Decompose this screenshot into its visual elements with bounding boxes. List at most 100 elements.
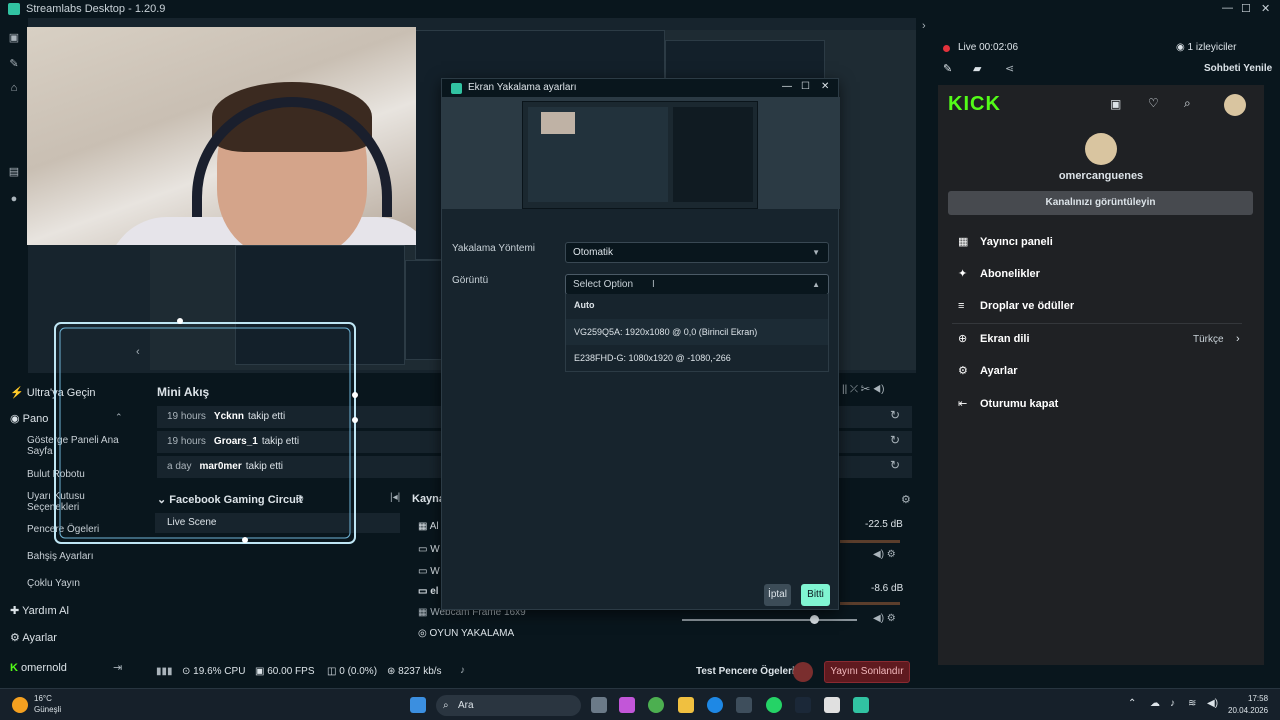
volume-icon[interactable]: ◀) <box>1207 698 1218 709</box>
settings-link[interactable]: ⚙ Ayarlar <box>10 631 57 644</box>
microphone-icon[interactable]: ♪ <box>1170 698 1175 709</box>
fps-readout: ▣ 60.00 FPS <box>255 666 315 677</box>
maximize-icon[interactable]: ☐ <box>1241 2 1251 15</box>
rec-button[interactable] <box>793 662 813 682</box>
weather-icon[interactable] <box>12 697 28 713</box>
explorer-icon[interactable] <box>678 697 694 713</box>
replay-icon[interactable]: ↻ <box>890 408 900 422</box>
clock-time[interactable]: 17:58 <box>1248 694 1268 703</box>
capture-method-label: Yakalama Yöntemi <box>452 243 536 254</box>
dialog-maximize-icon[interactable]: ☐ <box>801 81 810 92</box>
minimize-icon[interactable]: — <box>1222 2 1233 14</box>
streamlabs-icon[interactable] <box>853 697 869 713</box>
stats-icon[interactable]: ▮▮▮ <box>156 666 173 677</box>
dialog-app-icon <box>451 83 462 94</box>
themes-icon[interactable]: ✎ <box>8 58 20 70</box>
editor-icon[interactable]: ▣ <box>8 32 20 44</box>
bag-icon[interactable]: ▰ <box>973 62 981 75</box>
kick-logo[interactable]: KICK <box>948 93 1001 116</box>
mute-icon[interactable]: ◀) ⚙ <box>873 613 896 624</box>
search-icon[interactable]: ⌕ <box>1184 96 1191 111</box>
dialog-minimize-icon[interactable]: — <box>782 81 792 92</box>
nav-sub-tips[interactable]: Bahşiş Ayarları <box>27 551 94 562</box>
pano-menu[interactable]: ◉ Pano <box>10 412 48 425</box>
play-icon[interactable]: ● <box>8 193 20 205</box>
menu-language[interactable]: Ekran dili <box>980 333 1030 345</box>
edit-icon[interactable]: ✎ <box>943 62 952 75</box>
menu-settings[interactable]: Ayarlar <box>980 365 1018 377</box>
option-auto[interactable]: Auto <box>574 300 595 310</box>
chevron-right-icon[interactable]: › <box>1236 333 1240 345</box>
replay-icon[interactable]: ↻ <box>890 433 900 447</box>
tray-chevron-icon[interactable]: ⌃ <box>1128 698 1136 709</box>
share-icon[interactable]: ⋖ <box>1005 62 1014 75</box>
menu-creator-dashboard[interactable]: Yayıncı paneli <box>980 236 1053 248</box>
nav-sub-multistream[interactable]: Çoklu Yayın <box>27 578 80 589</box>
text-cursor-icon: I <box>652 279 655 290</box>
option-secondary-display[interactable]: E238FHD-G: 1080x1920 @ -1080,-266 <box>574 353 731 363</box>
cancel-button[interactable]: İptal <box>764 584 791 606</box>
volume-slider[interactable] <box>682 619 857 621</box>
help-link[interactable]: ✚ Yardım Al <box>10 604 69 617</box>
display-label: Görüntü <box>452 275 489 286</box>
option-primary-display[interactable]: VG259Q5A: 1920x1080 @ 0,0 (Birincil Ekra… <box>574 327 757 337</box>
logout-icon[interactable]: ⇥ <box>113 661 122 674</box>
gear-icon: ⚙ <box>958 365 968 377</box>
replay-icon[interactable]: ↻ <box>890 458 900 472</box>
refresh-chat-button[interactable]: Sohbeti Yenile <box>1204 63 1272 74</box>
scene-transition-icon[interactable]: |◂| <box>390 492 400 503</box>
end-stream-button[interactable]: Yayını Sonlandır <box>824 661 910 683</box>
user-profile[interactable]: K omernold <box>10 662 67 674</box>
view-channel-button[interactable]: Kanalınızı görüntüleyin <box>948 191 1253 215</box>
task-view-icon[interactable] <box>591 697 607 713</box>
capture-method-select[interactable]: Otomatik ▼ <box>565 242 829 263</box>
menu-subscriptions[interactable]: Abonelikler <box>980 268 1040 280</box>
stream-status-bar: Live 00:02:06 ◉ 1 izleyiciler ✎ ▰ ⋖ Sohb… <box>928 30 1280 90</box>
start-icon[interactable] <box>410 697 426 713</box>
chrome-icon[interactable] <box>648 697 664 713</box>
bitrate-readout: ⊛ 8237 kb/s <box>387 666 442 677</box>
done-button[interactable]: Bitti <box>801 584 830 606</box>
close-icon[interactable]: ✕ <box>1261 2 1270 15</box>
language-value: Türkçe <box>1193 334 1224 345</box>
studio-icon[interactable]: ▤ <box>8 166 20 178</box>
notification-bell-icon[interactable]: ♪ <box>460 665 465 676</box>
mixer-toolbar-icons[interactable]: || ⤫ ✂ ◀) <box>842 384 884 395</box>
avatar[interactable] <box>1224 94 1246 116</box>
heart-icon[interactable]: ♡ <box>1148 96 1159 110</box>
whatsapp-icon[interactable] <box>766 697 782 713</box>
profile-avatar <box>1085 133 1117 165</box>
tray-cloud-icon[interactable]: ☁ <box>1150 698 1160 709</box>
editor-icon-bar: ▣ ✎ ⌂ ▤ ● <box>0 18 28 378</box>
search-box[interactable]: ⌕ Ara <box>436 695 581 716</box>
volume-slider-handle[interactable] <box>810 615 819 624</box>
test-widgets-label[interactable]: Test Pencere Ögeleri <box>696 666 795 677</box>
steam-icon[interactable] <box>795 697 811 713</box>
source-item[interactable]: ▦ Al <box>418 521 439 532</box>
browse-icon[interactable]: ▣ <box>1110 97 1121 111</box>
wifi-icon[interactable]: ≋ <box>1188 698 1196 709</box>
source-item[interactable]: ◎ OYUN YAKALAMA <box>418 628 514 639</box>
drops-icon: ≡ <box>958 300 965 312</box>
app-icon[interactable] <box>824 697 840 713</box>
edge-icon[interactable] <box>707 697 723 713</box>
clock-date[interactable]: 20.04.2026 <box>1228 706 1268 715</box>
store-icon[interactable]: ⌂ <box>8 82 20 94</box>
level-db: -22.5 dB <box>865 519 903 530</box>
expand-right-icon[interactable]: › <box>922 20 926 32</box>
dropped-frames: ◫ 0 (0.0%) <box>327 666 378 677</box>
menu-logout[interactable]: Oturumu kapat <box>980 398 1058 410</box>
cpu-usage: ⊙ 19.6% CPU <box>182 666 246 677</box>
source-item[interactable]: ▭ el <box>418 586 439 597</box>
display-select[interactable]: Select Option ▲ I <box>565 274 829 295</box>
dialog-close-icon[interactable]: ✕ <box>821 81 829 92</box>
copilot-icon[interactable] <box>619 697 635 713</box>
volume-meter <box>840 540 900 543</box>
display-options-list: Auto VG259Q5A: 1920x1080 @ 0,0 (Birincil… <box>565 294 829 372</box>
menu-drops[interactable]: Droplar ve ödüller <box>980 300 1074 312</box>
source-item[interactable]: ▭ W <box>418 566 440 577</box>
store-icon[interactable] <box>736 697 752 713</box>
source-item[interactable]: ▭ W <box>418 544 440 555</box>
mixer-settings-icon[interactable]: ⚙ <box>901 493 911 506</box>
mute-icon[interactable]: ◀) ⚙ <box>873 549 896 560</box>
